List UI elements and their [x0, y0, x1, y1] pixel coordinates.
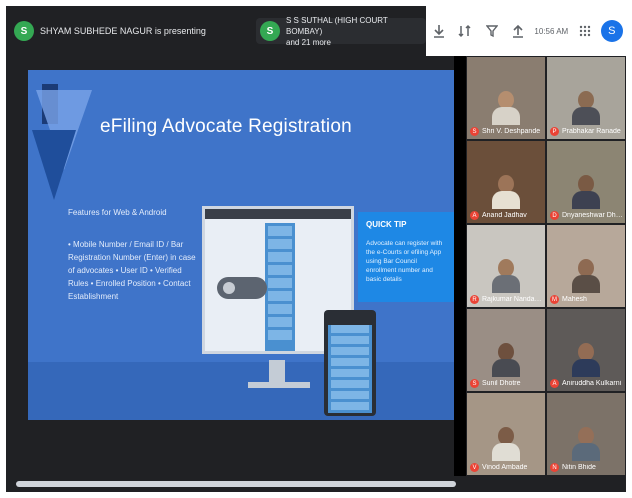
presenter-avatar: S [14, 21, 34, 41]
quick-tip-title: QUICK TIP [366, 220, 407, 229]
bottom-bar [6, 476, 626, 492]
participant-name-tag: S Sunil Dhotre [470, 379, 521, 388]
presenter-chip[interactable]: S SHYAM SUBHEDE NAGUR is presenting [14, 18, 206, 44]
apps-icon[interactable] [575, 21, 595, 41]
slide-bottom-band [28, 362, 454, 420]
participant-video [492, 427, 520, 461]
horizontal-scrollbar[interactable] [16, 481, 456, 487]
participant-name-tag: DDnyaneshwar Dharmadhikari [550, 211, 624, 220]
participant-name: Mahesh [562, 296, 587, 303]
participant-video [572, 427, 600, 461]
participant-name-tag: M Mahesh [550, 295, 587, 304]
upload-icon[interactable] [508, 21, 528, 41]
participant-initial: A [550, 379, 559, 388]
toggle-illustration [217, 277, 267, 299]
participant-name: Aniruddha Kulkarni [562, 380, 622, 387]
participant-tile[interactable]: A Aniruddha Kulkarni [546, 308, 626, 392]
participant-video [572, 91, 600, 125]
participant-initial: V [470, 463, 479, 472]
participant-name: Dnyaneshwar Dharmadhikari [562, 212, 624, 219]
participant-name: Sunil Dhotre [482, 380, 521, 387]
clock-label: 10:56 AM [534, 26, 569, 36]
download-icon[interactable] [429, 21, 449, 41]
participant-name-tag: S Shri V. Deshpande [470, 127, 540, 136]
meeting-window: S SHYAM SUBHEDE NAGUR is presenting S S … [6, 6, 626, 492]
participant-notice-chip[interactable]: S S S SUTHAL (HIGH COURT BOMBAY) and 21 … [256, 15, 426, 47]
slide-title: eFiling Advocate Registration [100, 116, 352, 137]
participant-video [572, 343, 600, 377]
participant-video [492, 343, 520, 377]
filter-icon[interactable] [482, 21, 502, 41]
account-avatar[interactable]: S [600, 20, 623, 42]
participant-initial: N [550, 463, 559, 472]
participant-tile[interactable]: V Vinod Ambade [466, 392, 546, 476]
participant-tile[interactable]: N Nitin Bhide [546, 392, 626, 476]
participant-initial: R [470, 295, 479, 304]
participant-avatar: S [260, 21, 280, 41]
participant-name-tag: A Anand Jadhav [470, 211, 527, 220]
slide-body-text: • Mobile Number / Email ID / Bar Registr… [68, 240, 196, 301]
slide-decoration [32, 130, 76, 200]
toolbar-right: 10:56 AM S [426, 6, 626, 56]
participant-video [492, 91, 520, 125]
monitor-base [248, 382, 310, 388]
participant-notice-line2: and 21 more [286, 37, 331, 47]
participant-name-tag: V Vinod Ambade [470, 463, 527, 472]
participant-tile[interactable]: S Sunil Dhotre [466, 308, 546, 392]
shared-screen-slide: eFiling Advocate Registration Features f… [28, 70, 454, 420]
participant-name: Nitin Bhide [562, 464, 596, 471]
participant-initial: S [470, 379, 479, 388]
participant-video [492, 175, 520, 209]
quick-tip-box: QUICK TIP Advocate can register with the… [358, 212, 454, 302]
participant-name: Vinod Ambade [482, 464, 528, 471]
participant-tile[interactable]: DDnyaneshwar Dharmadhikari [546, 140, 626, 224]
participant-video [572, 175, 600, 209]
participant-tile[interactable]: S Shri V. Deshpande [466, 56, 546, 140]
participant-name: Anand Jadhav [482, 212, 527, 219]
divider [454, 56, 466, 476]
participant-tile[interactable]: R Rajkumar Nandanwar [466, 224, 546, 308]
participant-initial: P [550, 127, 559, 136]
phone-illustration [324, 310, 376, 416]
participant-tile[interactable]: M Mahesh [546, 224, 626, 308]
participant-video [492, 259, 520, 293]
sort-icon[interactable] [455, 21, 475, 41]
participant-name: Shri V. Deshpande [482, 128, 541, 135]
participant-tile[interactable]: P Prabhakar Ranade [546, 56, 626, 140]
top-bar: S SHYAM SUBHEDE NAGUR is presenting S S … [6, 6, 626, 56]
participant-notice-line1: S S SUTHAL (HIGH COURT BOMBAY) [286, 15, 388, 36]
slide-subheading: Features for Web & Android [68, 208, 167, 217]
monitor-menu [265, 223, 295, 351]
participant-name: Prabhakar Ranade [562, 128, 621, 135]
participant-name-tag: P Prabhakar Ranade [550, 127, 621, 136]
quick-tip-body: Advocate can register with the e-Courts … [366, 240, 443, 283]
participant-name-tag: N Nitin Bhide [550, 463, 596, 472]
participant-initial: D [550, 211, 559, 220]
participant-grid: S Shri V. Deshpande P Prabhakar Ranade A Anan… [466, 56, 626, 476]
participant-initial: M [550, 295, 559, 304]
presenter-label: SHYAM SUBHEDE NAGUR is presenting [40, 26, 206, 36]
participant-initial: S [470, 127, 479, 136]
participant-initial: A [470, 211, 479, 220]
participant-name-tag: A Aniruddha Kulkarni [550, 379, 621, 388]
participant-video [572, 259, 600, 293]
participant-name-tag: R Rajkumar Nandanwar [470, 295, 544, 304]
participant-name: Rajkumar Nandanwar [482, 296, 544, 303]
participant-tile[interactable]: A Anand Jadhav [466, 140, 546, 224]
monitor-stand [269, 360, 285, 384]
monitor-topbar [205, 209, 351, 219]
